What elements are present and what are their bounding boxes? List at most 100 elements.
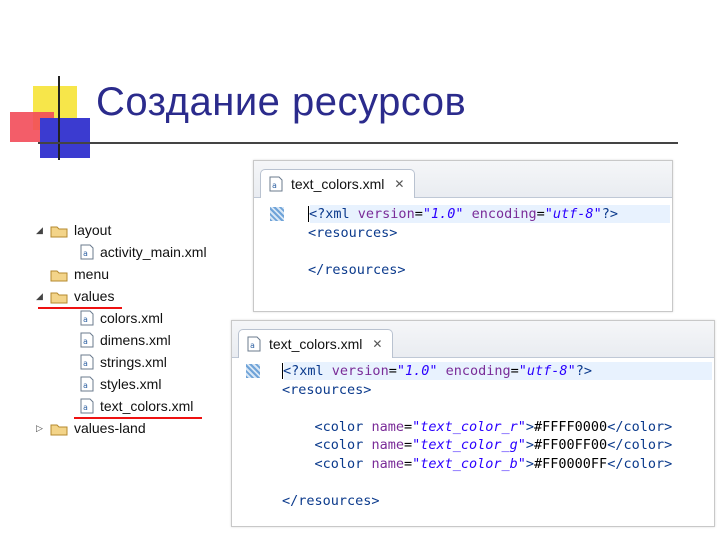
xml-string: "text_color_g" xyxy=(412,437,526,453)
editor-panel-empty: a text_colors.xml ✕ <?xml version="1.0" … xyxy=(253,160,673,312)
slide-title: Создание ресурсов xyxy=(96,80,467,124)
code-area[interactable]: <?xml version="1.0" encoding="utf-8"?> <… xyxy=(282,362,672,510)
tree-item-label: dimens.xml xyxy=(100,332,171,348)
tree-folder-layout[interactable]: ◢ layout xyxy=(36,220,111,240)
xml-attr: name xyxy=(371,418,404,435)
bookmark-marker-icon xyxy=(246,364,260,378)
close-tab-icon[interactable]: ✕ xyxy=(394,177,404,191)
xml-eq: = xyxy=(403,437,413,453)
xml-tag-color-open: <color xyxy=(314,437,364,453)
xml-string: "text_color_r" xyxy=(412,418,526,435)
tree-file-strings[interactable]: a strings.xml xyxy=(80,352,167,372)
xml-tag-color-close: </color> xyxy=(607,455,673,472)
xml-gt: > xyxy=(525,418,535,435)
xml-tag-color-close: </color> xyxy=(607,437,673,453)
folder-icon xyxy=(50,224,68,237)
tree-file-dimens[interactable]: a dimens.xml xyxy=(80,330,171,350)
xml-eq: = xyxy=(403,418,413,435)
xml-file-icon: a xyxy=(80,354,94,370)
xml-attr: encoding xyxy=(445,363,511,379)
xml-file-icon: a xyxy=(80,398,94,414)
svg-text:a: a xyxy=(83,249,88,258)
xml-string: "1.0" xyxy=(396,363,438,379)
xml-attr: name xyxy=(371,437,404,453)
editor-panel-filled: a text_colors.xml ✕ <?xml version="1.0" … xyxy=(231,320,715,527)
triangle-collapsed-icon[interactable]: ▷ xyxy=(36,423,46,434)
tree-file-styles[interactable]: a styles.xml xyxy=(80,374,161,394)
xml-decl-close: ?> xyxy=(601,206,618,222)
xml-file-icon: a xyxy=(80,332,94,348)
xml-string: "1.0" xyxy=(422,206,464,222)
tree-item-label: colors.xml xyxy=(100,310,164,326)
decor-blue-square xyxy=(40,118,90,158)
xml-eq: = xyxy=(414,206,423,222)
svg-text:a: a xyxy=(250,341,255,350)
svg-text:a: a xyxy=(83,337,88,346)
tree-file-text-colors[interactable]: a text_colors.xml xyxy=(80,396,193,416)
editor-tab[interactable]: a text_colors.xml ✕ xyxy=(238,329,394,358)
svg-text:a: a xyxy=(83,315,88,324)
editor-tabbar: a text_colors.xml ✕ xyxy=(254,161,672,198)
tree-folder-values-land[interactable]: ▷ values-land xyxy=(36,418,146,438)
tree-folder-values[interactable]: ◢ values xyxy=(36,286,114,306)
xml-string: "text_color_b" xyxy=(412,455,526,472)
triangle-expanded-icon[interactable]: ◢ xyxy=(36,291,46,302)
xml-file-icon: a xyxy=(80,244,94,260)
tree-item-label: text_colors.xml xyxy=(100,398,194,414)
editor-tab[interactable]: a text_colors.xml ✕ xyxy=(260,169,416,198)
svg-text:a: a xyxy=(272,181,277,190)
code-area[interactable]: <?xml version="1.0" encoding="utf-8"?> <… xyxy=(308,205,618,279)
tree-item-label: menu xyxy=(74,266,110,282)
decor-vertical-line xyxy=(58,76,60,160)
tree-item-label: layout xyxy=(74,222,112,238)
triangle-expanded-icon[interactable]: ◢ xyxy=(36,225,46,236)
xml-decl-close: ?> xyxy=(575,363,592,379)
tree-item-label: strings.xml xyxy=(100,354,167,370)
editor-tab-label: text_colors.xml xyxy=(291,176,385,192)
svg-text:a: a xyxy=(83,381,88,390)
svg-text:a: a xyxy=(83,359,88,368)
xml-attr: version xyxy=(331,363,389,379)
xml-attr: version xyxy=(357,206,415,222)
xml-file-icon: a xyxy=(269,176,283,192)
xml-string: "utf-8" xyxy=(544,206,602,222)
xml-tag-resources-open: <resources> xyxy=(308,224,398,241)
color-value-text: #FFFF0000 xyxy=(534,418,608,435)
xml-decl-open: <? xyxy=(309,206,326,222)
xml-decl-open: <? xyxy=(283,363,300,379)
tree-folder-menu[interactable]: menu xyxy=(36,264,109,284)
tree-item-label: activity_main.xml xyxy=(100,244,207,260)
xml-file-icon: a xyxy=(80,310,94,326)
editor-tabbar: a text_colors.xml ✕ xyxy=(232,321,714,358)
color-value-text: #FF0000FF xyxy=(534,455,608,472)
tree-file-activity-main[interactable]: a activity_main.xml xyxy=(80,242,207,262)
xml-decl-name: xml xyxy=(325,206,350,222)
editor-tab-label: text_colors.xml xyxy=(269,336,363,352)
xml-tag-resources-close: </resources> xyxy=(282,492,380,509)
folder-icon xyxy=(50,422,68,435)
xml-tag-resources-close: </resources> xyxy=(308,261,406,278)
xml-gt: > xyxy=(525,437,535,453)
xml-tag-resources-open: <resources> xyxy=(282,381,372,398)
tree-item-label: values-land xyxy=(74,420,146,436)
xml-eq: = xyxy=(388,363,397,379)
xml-eq: = xyxy=(403,455,413,472)
xml-string: "utf-8" xyxy=(518,363,576,379)
xml-decl-name: xml xyxy=(299,363,324,379)
tree-item-label: values xyxy=(74,288,115,304)
close-tab-icon[interactable]: ✕ xyxy=(372,337,382,351)
color-value-text: #FF00FF00 xyxy=(534,437,608,453)
xml-eq: = xyxy=(536,206,545,222)
bookmark-marker-icon xyxy=(270,207,284,221)
xml-gt: > xyxy=(525,455,535,472)
xml-eq: = xyxy=(510,363,519,379)
xml-tag-color-open: <color xyxy=(314,455,364,472)
xml-attr: encoding xyxy=(471,206,537,222)
tree-file-colors[interactable]: a colors.xml xyxy=(80,308,163,328)
title-underline xyxy=(38,142,678,144)
xml-attr: name xyxy=(371,455,404,472)
folder-icon xyxy=(50,290,68,303)
xml-tag-color-open: <color xyxy=(314,418,364,435)
folder-icon xyxy=(50,268,68,281)
xml-file-icon: a xyxy=(247,336,261,352)
